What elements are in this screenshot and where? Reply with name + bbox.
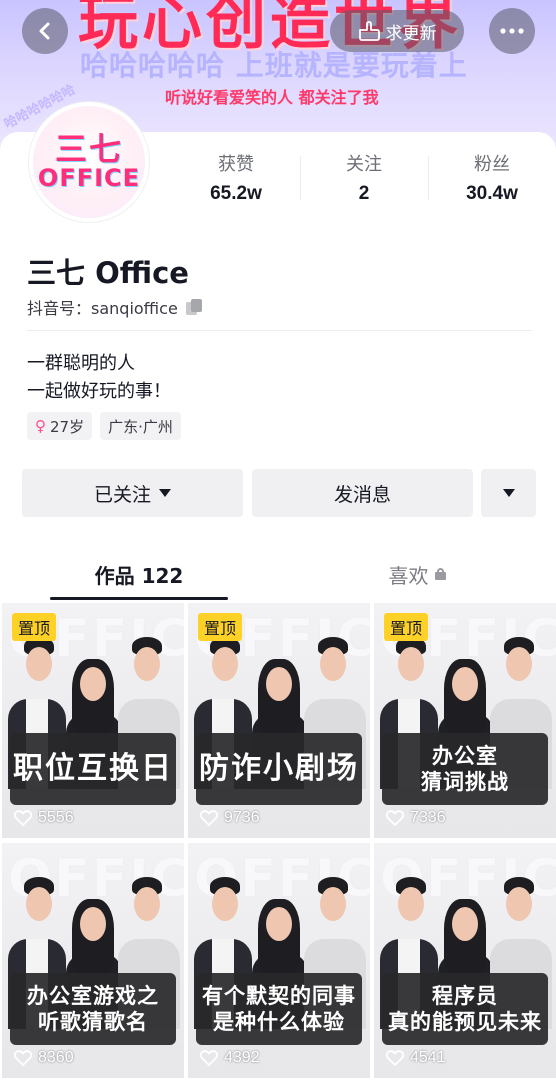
profile-handle: 抖音号：sanqioffice xyxy=(27,299,178,318)
stat-following[interactable]: 关注 2 xyxy=(300,152,428,212)
heart-icon xyxy=(200,810,218,826)
pinned-badge: 置顶 xyxy=(12,613,57,641)
caret-down-icon xyxy=(502,489,515,497)
video-like-count-value: 8360 xyxy=(38,1049,74,1066)
video-like-count-value: 7336 xyxy=(410,809,446,826)
more-dots-icon xyxy=(500,28,524,34)
bio-line: 一起做好玩的事！ xyxy=(27,381,171,402)
content-tabs: 作品 122 喜欢 xyxy=(0,548,556,600)
video-like-count-value: 4541 xyxy=(410,1049,446,1066)
more-options-button[interactable] xyxy=(489,8,535,54)
handle-row: 抖音号：sanqioffice xyxy=(27,295,202,319)
avatar-logo-line2: OFFICE xyxy=(37,164,141,192)
video-thumbnail[interactable]: OFFICE有个默契的同事是种什么体验4392 xyxy=(188,843,370,1078)
video-caption-line1: 有个默契的同事 xyxy=(202,984,356,1008)
profile-bio: 一群聪明的人 一起做好玩的事！ xyxy=(27,350,171,406)
location-tag: 广东·广州 xyxy=(100,412,181,440)
caret-down-icon xyxy=(159,489,171,497)
heart-icon xyxy=(386,1050,404,1066)
stat-following-value: 2 xyxy=(358,183,370,204)
video-like-count: 7336 xyxy=(386,809,446,827)
stat-followers-label: 粉丝 xyxy=(474,154,510,175)
request-update-button[interactable]: 求更新 xyxy=(330,10,464,52)
send-message-button[interactable]: 发消息 xyxy=(252,469,473,517)
video-like-count-value: 9736 xyxy=(224,809,260,826)
video-caption-line1: 防诈小剧场 xyxy=(199,751,359,786)
video-caption: 办公室游戏之 听歌猜歌名 xyxy=(10,973,176,1045)
avatar[interactable]: 三七 OFFICE xyxy=(29,102,149,222)
video-caption: 办公室 猜词挑战 xyxy=(382,733,548,805)
chevron-left-icon xyxy=(39,22,50,40)
profile-tags: ♀ 27岁 广东·广州 xyxy=(27,412,181,440)
lock-icon xyxy=(434,568,446,580)
video-caption: 防诈小剧场 xyxy=(196,733,362,805)
heart-icon xyxy=(200,1050,218,1066)
avatar-logo-line1: 三七 xyxy=(54,130,123,168)
video-caption: 有个默契的同事 是种什么体验 xyxy=(196,973,362,1045)
heart-icon xyxy=(14,1050,32,1066)
video-caption-line2: 猜词挑战 xyxy=(421,770,509,794)
stat-following-label: 关注 xyxy=(346,154,382,175)
video-like-count: 8360 xyxy=(14,1049,74,1067)
video-like-count: 5556 xyxy=(14,809,74,827)
stat-likes-label: 获赞 xyxy=(218,154,254,175)
pinned-badge: 置顶 xyxy=(198,613,243,641)
video-caption-line1: 办公室 xyxy=(432,744,498,768)
heart-icon xyxy=(14,810,32,826)
video-caption-line1: 办公室游戏之 xyxy=(27,984,159,1008)
stat-likes-value: 65.2w xyxy=(210,183,262,204)
recommend-dropdown-button[interactable] xyxy=(481,469,536,517)
video-like-count-value: 4392 xyxy=(224,1049,260,1066)
video-like-count: 4392 xyxy=(200,1049,260,1067)
video-caption: 程序员 真的能预见未来 xyxy=(382,973,548,1045)
video-thumbnail[interactable]: OFFICE置顶防诈小剧场9736 xyxy=(188,603,370,838)
copy-icon[interactable] xyxy=(185,299,202,315)
heart-icon xyxy=(386,810,404,826)
followed-button-label: 已关注 xyxy=(93,483,151,506)
video-caption: 职位互换日 xyxy=(10,733,176,805)
send-message-label: 发消息 xyxy=(333,483,391,506)
video-thumbnail[interactable]: OFFICE办公室游戏之听歌猜歌名8360 xyxy=(2,843,184,1078)
location-tag-label: 广东·广州 xyxy=(108,417,173,436)
video-thumbnail[interactable]: OFFICE置顶职位互换日5556 xyxy=(2,603,184,838)
profile-stats: 获赞 65.2w 关注 2 粉丝 30.4w xyxy=(172,152,556,212)
stat-followers[interactable]: 粉丝 30.4w xyxy=(428,152,556,212)
banner-subtitle: 听说好看爱笑的人 都关注了我 xyxy=(165,88,379,107)
video-grid: OFFICE置顶职位互换日5556OFFICE置顶防诈小剧场9736OFFICE… xyxy=(0,603,556,1080)
female-icon: ♀ xyxy=(35,417,46,435)
video-thumbnail[interactable]: OFFICE置顶办公室猜词挑战7336 xyxy=(374,603,556,838)
video-thumbnail[interactable]: OFFICE程序员真的能预见未来4541 xyxy=(374,843,556,1078)
divider xyxy=(27,330,532,331)
tab-works[interactable]: 作品 122 xyxy=(0,548,278,600)
video-caption-line1: 程序员 xyxy=(432,984,498,1008)
video-like-count: 9736 xyxy=(200,809,260,827)
request-update-label: 求更新 xyxy=(385,23,437,43)
tab-liked[interactable]: 喜欢 xyxy=(278,548,556,600)
age-tag-label: 27岁 xyxy=(50,417,85,436)
bio-line: 一群聪明的人 xyxy=(27,353,135,374)
video-like-count: 4541 xyxy=(386,1049,446,1067)
back-button[interactable] xyxy=(22,8,68,54)
video-caption-line2: 听歌猜歌名 xyxy=(38,1010,148,1034)
hand-point-icon xyxy=(358,21,380,41)
stat-followers-value: 30.4w xyxy=(466,183,518,204)
pinned-badge: 置顶 xyxy=(384,613,429,641)
stat-likes[interactable]: 获赞 65.2w xyxy=(172,152,300,212)
video-caption-line2: 是种什么体验 xyxy=(213,1010,345,1034)
video-like-count-value: 5556 xyxy=(38,809,74,826)
followed-button[interactable]: 已关注 xyxy=(22,469,243,517)
profile-name: 三七 Office xyxy=(27,256,189,290)
tab-liked-label: 喜欢 xyxy=(388,563,429,588)
tab-works-label: 作品 122 xyxy=(94,563,184,588)
profile-actions: 已关注 发消息 xyxy=(22,469,536,517)
age-tag: ♀ 27岁 xyxy=(27,412,93,440)
video-caption-line1: 职位互换日 xyxy=(13,751,173,786)
video-caption-line2: 真的能预见未来 xyxy=(388,1010,542,1034)
